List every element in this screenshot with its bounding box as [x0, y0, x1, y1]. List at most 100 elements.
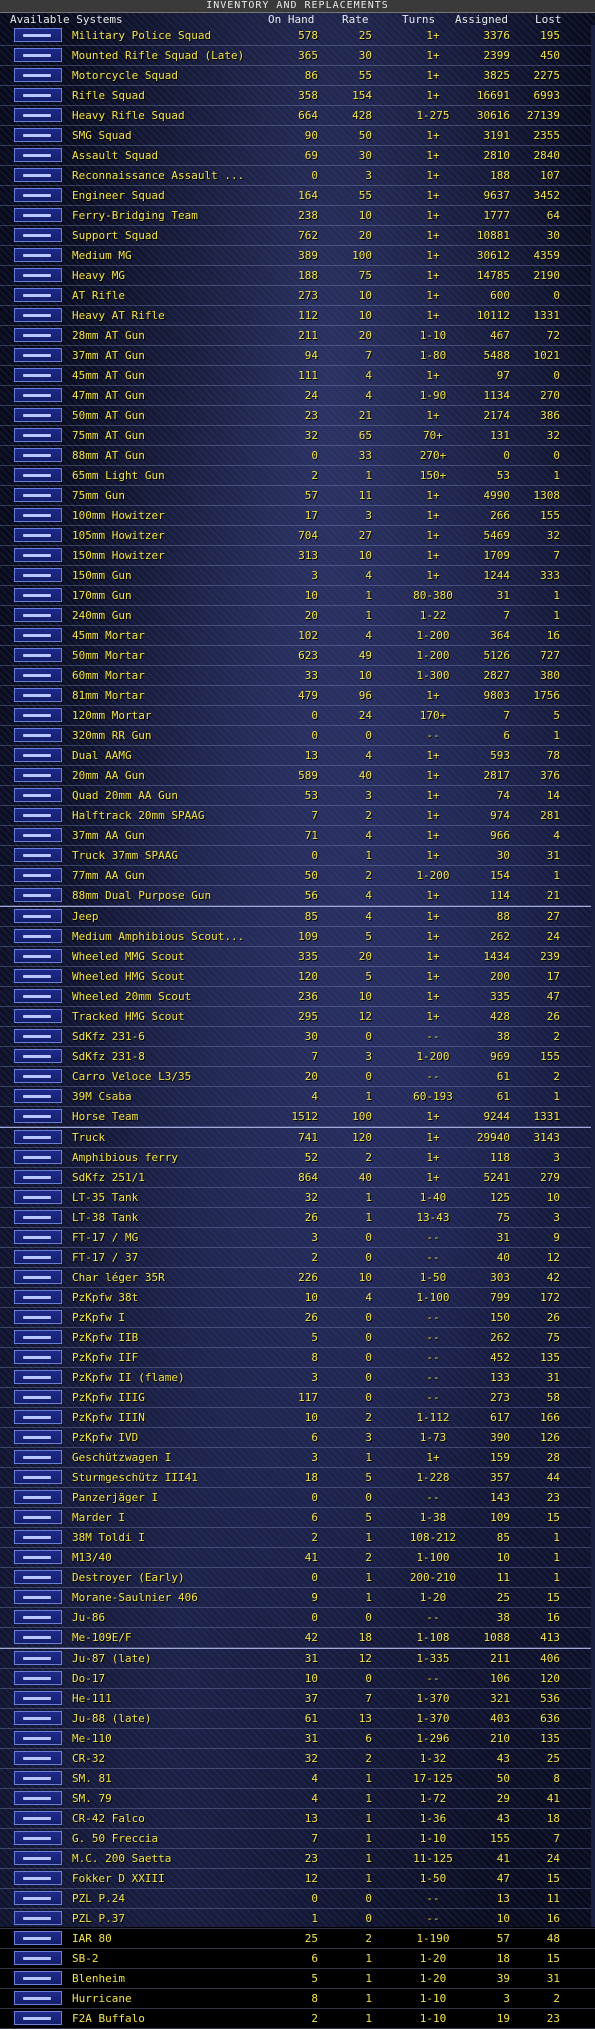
table-row[interactable]: 60mm Mortar 33 10 1-300 2827 380 [0, 666, 595, 686]
unit-thumbnail-icon[interactable] [14, 448, 62, 462]
unit-thumbnail-icon[interactable] [14, 408, 62, 422]
table-row[interactable]: CR-42 Falco 13 1 1-36 43 18 [0, 1809, 595, 1829]
table-row[interactable]: Ju-86 0 0 -- 38 16 [0, 1608, 595, 1628]
table-row[interactable]: SM. 79 4 1 1-72 29 41 [0, 1789, 595, 1809]
table-row[interactable]: FT-17 / MG 3 0 -- 31 9 [0, 1228, 595, 1248]
unit-thumbnail-icon[interactable] [14, 1931, 62, 1945]
table-row[interactable]: 75mm Gun 57 11 1+ 4990 1308 [0, 486, 595, 506]
unit-thumbnail-icon[interactable] [14, 1530, 62, 1544]
unit-thumbnail-icon[interactable] [14, 1150, 62, 1164]
unit-thumbnail-icon[interactable] [14, 1711, 62, 1725]
table-row[interactable]: M13/40 41 2 1-100 10 1 [0, 1548, 595, 1568]
table-row[interactable]: Hurricane 8 1 1-10 3 2 [0, 1989, 595, 2009]
unit-thumbnail-icon[interactable] [14, 1410, 62, 1424]
table-row[interactable]: 120mm Mortar 0 24 170+ 7 5 [0, 706, 595, 726]
unit-thumbnail-icon[interactable] [14, 288, 62, 302]
table-row[interactable]: 81mm Mortar 479 96 1+ 9803 1756 [0, 686, 595, 706]
table-row[interactable]: PzKpfw IIIG 117 0 -- 273 58 [0, 1388, 595, 1408]
table-row[interactable]: SMG Squad 90 50 1+ 3191 2355 [0, 126, 595, 146]
table-row[interactable]: 240mm Gun 20 1 1-22 7 1 [0, 606, 595, 626]
unit-thumbnail-icon[interactable] [14, 308, 62, 322]
unit-thumbnail-icon[interactable] [14, 1049, 62, 1063]
unit-thumbnail-icon[interactable] [14, 808, 62, 822]
table-row[interactable]: 150mm Howitzer 313 10 1+ 1709 7 [0, 546, 595, 566]
unit-thumbnail-icon[interactable] [14, 929, 62, 943]
table-row[interactable]: 37mm AA Gun 71 4 1+ 966 4 [0, 826, 595, 846]
unit-thumbnail-icon[interactable] [14, 748, 62, 762]
unit-thumbnail-icon[interactable] [14, 588, 62, 602]
unit-thumbnail-icon[interactable] [14, 868, 62, 882]
table-row[interactable]: 39M Csaba 4 1 60-193 61 1 [0, 1087, 595, 1107]
unit-thumbnail-icon[interactable] [14, 128, 62, 142]
table-row[interactable]: 150mm Gun 3 4 1+ 1244 333 [0, 566, 595, 586]
unit-thumbnail-icon[interactable] [14, 648, 62, 662]
unit-thumbnail-icon[interactable] [14, 348, 62, 362]
unit-thumbnail-icon[interactable] [14, 1310, 62, 1324]
table-row[interactable]: SM. 81 4 1 17-125 50 8 [0, 1769, 595, 1789]
unit-thumbnail-icon[interactable] [14, 208, 62, 222]
unit-thumbnail-icon[interactable] [14, 1831, 62, 1845]
unit-thumbnail-icon[interactable] [14, 328, 62, 342]
header-on-hand[interactable]: On Hand [268, 13, 314, 26]
table-row[interactable]: Do-17 10 0 -- 106 120 [0, 1669, 595, 1689]
table-row[interactable]: Panzerjäger I 0 0 -- 143 23 [0, 1488, 595, 1508]
table-row[interactable]: Truck 741 120 1+ 29940 3143 [0, 1127, 595, 1148]
table-row[interactable]: PzKpfw IIF 8 0 -- 452 135 [0, 1348, 595, 1368]
table-row[interactable]: 38M Toldi I 2 1 108-212 85 1 [0, 1528, 595, 1548]
header-turns[interactable]: Turns [402, 13, 435, 26]
table-row[interactable]: Heavy Rifle Squad 664 428 1-275 30616 27139 [0, 106, 595, 126]
table-row[interactable]: SdKfz 251/1 864 40 1+ 5241 279 [0, 1168, 595, 1188]
unit-thumbnail-icon[interactable] [14, 1270, 62, 1284]
table-row[interactable]: Destroyer (Early) 0 1 200-210 11 1 [0, 1568, 595, 1588]
unit-thumbnail-icon[interactable] [14, 68, 62, 82]
unit-thumbnail-icon[interactable] [14, 1450, 62, 1464]
unit-thumbnail-icon[interactable] [14, 548, 62, 562]
header-lost[interactable]: Lost [535, 13, 562, 26]
unit-thumbnail-icon[interactable] [14, 48, 62, 62]
table-row[interactable]: PzKpfw II (flame) 3 0 -- 133 31 [0, 1368, 595, 1388]
unit-thumbnail-icon[interactable] [14, 708, 62, 722]
table-row[interactable]: SdKfz 231-8 7 3 1-200 969 155 [0, 1047, 595, 1067]
unit-thumbnail-icon[interactable] [14, 528, 62, 542]
unit-thumbnail-icon[interactable] [14, 2011, 62, 2025]
unit-thumbnail-icon[interactable] [14, 1510, 62, 1524]
unit-thumbnail-icon[interactable] [14, 1971, 62, 1985]
table-row[interactable]: PZL P.24 0 0 -- 13 11 [0, 1889, 595, 1909]
unit-thumbnail-icon[interactable] [14, 1630, 62, 1644]
unit-thumbnail-icon[interactable] [14, 28, 62, 42]
unit-thumbnail-icon[interactable] [14, 1069, 62, 1083]
table-row[interactable]: IAR 80 25 2 1-190 57 48 [0, 1929, 595, 1949]
table-row[interactable]: Mounted Rifle Squad (Late) 365 30 1+ 2399 450 [0, 46, 595, 66]
unit-thumbnail-icon[interactable] [14, 1671, 62, 1685]
table-row[interactable]: Carro Veloce L3/35 20 0 -- 61 2 [0, 1067, 595, 1087]
table-row[interactable]: 75mm AT Gun 32 65 70+ 131 32 [0, 426, 595, 446]
table-row[interactable]: 88mm Dual Purpose Gun 56 4 1+ 114 21 [0, 886, 595, 906]
unit-thumbnail-icon[interactable] [14, 368, 62, 382]
table-row[interactable]: AT Rifle 273 10 1+ 600 0 [0, 286, 595, 306]
table-row[interactable]: Fokker D XXIII 12 1 1-50 47 15 [0, 1869, 595, 1889]
unit-thumbnail-icon[interactable] [14, 88, 62, 102]
table-row[interactable]: Jeep 85 4 1+ 88 27 [0, 906, 595, 927]
unit-thumbnail-icon[interactable] [14, 468, 62, 482]
table-row[interactable]: 105mm Howitzer 704 27 1+ 5469 32 [0, 526, 595, 546]
header-assigned[interactable]: Assigned [455, 13, 508, 26]
unit-thumbnail-icon[interactable] [14, 788, 62, 802]
unit-thumbnail-icon[interactable] [14, 1791, 62, 1805]
table-row[interactable]: SdKfz 231-6 30 0 -- 38 2 [0, 1027, 595, 1047]
unit-thumbnail-icon[interactable] [14, 628, 62, 642]
unit-thumbnail-icon[interactable] [14, 989, 62, 1003]
unit-thumbnail-icon[interactable] [14, 1230, 62, 1244]
table-row[interactable]: 100mm Howitzer 17 3 1+ 266 155 [0, 506, 595, 526]
unit-thumbnail-icon[interactable] [14, 1290, 62, 1304]
table-row[interactable]: Me-109E/F 42 18 1-108 1088 413 [0, 1628, 595, 1648]
unit-thumbnail-icon[interactable] [14, 1951, 62, 1965]
unit-thumbnail-icon[interactable] [14, 688, 62, 702]
header-rate[interactable]: Rate [342, 13, 369, 26]
unit-thumbnail-icon[interactable] [14, 728, 62, 742]
table-row[interactable]: LT-38 Tank 26 1 13-43 75 3 [0, 1208, 595, 1228]
unit-thumbnail-icon[interactable] [14, 1109, 62, 1123]
table-row[interactable]: 20mm AA Gun 589 40 1+ 2817 376 [0, 766, 595, 786]
table-row[interactable]: Horse Team 1512 100 1+ 9244 1331 [0, 1107, 595, 1127]
table-row[interactable]: Char léger 35R 226 10 1-50 303 42 [0, 1268, 595, 1288]
unit-thumbnail-icon[interactable] [14, 1170, 62, 1184]
